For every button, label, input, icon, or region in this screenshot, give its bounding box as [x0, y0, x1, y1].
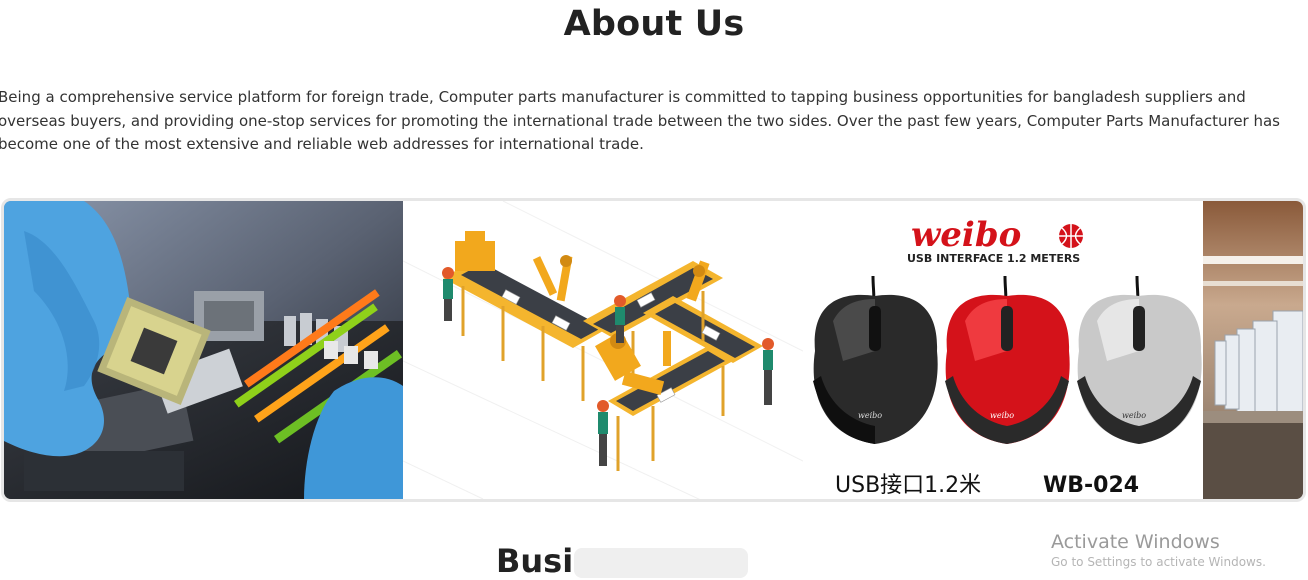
next-section-title: Busi [496, 542, 574, 580]
gallery-image-cpu-motherboard [4, 201, 403, 499]
usb-interface-tagline: USB INTERFACE 1.2 METERS [907, 252, 1080, 265]
next-section-placeholder [574, 548, 748, 578]
svg-text:weibo: weibo [1122, 411, 1146, 420]
gallery-image-factory-illustration [403, 201, 803, 499]
svg-text:weibo: weibo [990, 411, 1014, 420]
image-gallery: weibo USB INTERFACE 1.2 METERS weibo wei… [1, 198, 1306, 502]
activate-windows-subtext: Go to Settings to activate Windows. [1051, 555, 1266, 569]
brand-logo: weibo [911, 215, 1021, 255]
gallery-image-weibo-mouse: weibo USB INTERFACE 1.2 METERS weibo wei… [803, 201, 1203, 499]
about-intro-text: Being a comprehensive service platform f… [0, 88, 1280, 153]
activate-windows-watermark: Activate Windows [1051, 531, 1220, 553]
product-caption-model: WB-024 [1043, 473, 1139, 498]
about-title: About Us [563, 4, 745, 44]
gallery-image-factory-interior [1203, 201, 1303, 499]
product-caption-left: USB接口1.2米 [835, 473, 981, 498]
svg-text:weibo: weibo [858, 411, 882, 420]
